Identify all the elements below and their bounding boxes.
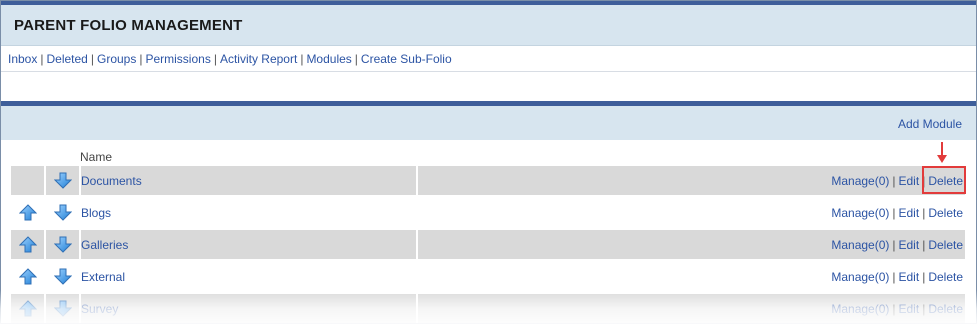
nav-modules-link[interactable]: Modules xyxy=(306,52,351,66)
move-down-cell xyxy=(46,262,79,291)
module-name-link[interactable]: Blogs xyxy=(81,206,111,220)
actions-cell: Manage(0) | Edit | Delete xyxy=(418,166,965,195)
action-separator: | xyxy=(892,206,896,220)
edit-link[interactable]: Edit xyxy=(899,206,920,220)
move-up-cell xyxy=(11,294,44,323)
action-separator: | xyxy=(892,238,896,252)
table-row: Survey Manage(0) | Edit | Delete xyxy=(11,294,965,323)
row-actions: Manage(0) | Edit | Delete xyxy=(831,302,963,316)
move-down-arrow-icon[interactable] xyxy=(53,300,73,317)
nav-create-sub-folio-link[interactable]: Create Sub-Folio xyxy=(361,52,452,66)
nav-inbox-link[interactable]: Inbox xyxy=(8,52,37,66)
name-cell: External xyxy=(81,262,416,291)
table-row: Blogs Manage(0) | Edit | Delete xyxy=(11,198,965,227)
table-row: Galleries Manage(0) | Edit | Delete xyxy=(11,230,965,259)
module-name-link[interactable]: Documents xyxy=(81,174,142,188)
name-cell: Documents xyxy=(81,166,416,195)
name-cell: Galleries xyxy=(81,230,416,259)
move-up-cell xyxy=(11,262,44,291)
action-separator: | xyxy=(892,270,896,284)
actions-cell: Manage(0) | Edit | Delete xyxy=(418,230,965,259)
manage-link[interactable]: Manage(0) xyxy=(831,174,889,188)
edit-link[interactable]: Edit xyxy=(899,302,920,316)
action-separator: | xyxy=(922,238,926,252)
module-name-link[interactable]: Survey xyxy=(81,302,118,316)
move-down-arrow-icon[interactable] xyxy=(53,172,73,189)
table-row: Documents Manage(0) | Edit | Delete xyxy=(11,166,965,195)
name-cell: Survey xyxy=(81,294,416,323)
nav-divider xyxy=(1,71,976,72)
page-title: PARENT FOLIO MANAGEMENT xyxy=(14,17,243,34)
delete-link[interactable]: Delete xyxy=(928,238,963,252)
edit-link[interactable]: Edit xyxy=(899,174,920,188)
folio-nav: Inbox | Deleted | Groups | Permissions | Activit… xyxy=(8,52,452,66)
move-up-cell xyxy=(11,198,44,227)
delete-highlight-box xyxy=(922,166,966,194)
actions-cell: Manage(0) | Edit | Delete xyxy=(418,262,965,291)
action-separator: | xyxy=(922,206,926,220)
move-up-arrow-icon[interactable] xyxy=(18,204,38,221)
action-separator: | xyxy=(922,270,926,284)
delete-link[interactable]: Delete xyxy=(928,302,963,316)
title-bar: PARENT FOLIO MANAGEMENT xyxy=(1,5,976,46)
module-name-link[interactable]: Galleries xyxy=(81,238,128,252)
move-down-arrow-icon[interactable] xyxy=(53,236,73,253)
row-actions: Manage(0) | Edit | Delete xyxy=(831,206,963,220)
move-up-arrow-icon[interactable] xyxy=(18,236,38,253)
delete-link[interactable]: Delete xyxy=(928,270,963,284)
name-cell: Blogs xyxy=(81,198,416,227)
module-name-link[interactable]: External xyxy=(81,270,125,284)
move-down-cell xyxy=(46,294,79,323)
move-down-cell xyxy=(46,230,79,259)
manage-link[interactable]: Manage(0) xyxy=(831,302,889,316)
row-actions: Manage(0) | Edit | Delete xyxy=(831,270,963,284)
nav-separator: | xyxy=(354,52,358,66)
add-module-link[interactable]: Add Module xyxy=(898,117,962,131)
move-down-cell xyxy=(46,166,79,195)
annotation-arrow-icon xyxy=(937,142,947,163)
nav-groups-link[interactable]: Groups xyxy=(97,52,136,66)
actions-cell: Manage(0) | Edit | Delete xyxy=(418,198,965,227)
delete-link[interactable]: Delete xyxy=(928,206,963,220)
table-row: External Manage(0) | Edit | Delete xyxy=(11,262,965,291)
move-up-cell xyxy=(11,166,44,195)
nav-separator: | xyxy=(213,52,217,66)
manage-link[interactable]: Manage(0) xyxy=(831,238,889,252)
edit-link[interactable]: Edit xyxy=(899,238,920,252)
manage-link[interactable]: Manage(0) xyxy=(831,270,889,284)
nav-separator: | xyxy=(90,52,94,66)
move-down-arrow-icon[interactable] xyxy=(53,204,73,221)
move-down-arrow-icon[interactable] xyxy=(53,268,73,285)
move-up-arrow-icon[interactable] xyxy=(18,300,38,317)
actions-cell: Manage(0) | Edit | Delete xyxy=(418,294,965,323)
move-down-cell xyxy=(46,198,79,227)
action-separator: | xyxy=(892,174,896,188)
manage-link[interactable]: Manage(0) xyxy=(831,206,889,220)
action-separator: | xyxy=(892,302,896,316)
move-up-arrow-icon[interactable] xyxy=(18,268,38,285)
row-actions: Manage(0) | Edit | Delete xyxy=(831,238,963,252)
action-separator: | xyxy=(922,302,926,316)
move-up-cell xyxy=(11,230,44,259)
edit-link[interactable]: Edit xyxy=(899,270,920,284)
nav-deleted-link[interactable]: Deleted xyxy=(46,52,87,66)
nav-permissions-link[interactable]: Permissions xyxy=(145,52,210,66)
nav-activity-report-link[interactable]: Activity Report xyxy=(220,52,297,66)
name-column-header: Name xyxy=(80,150,113,164)
modules-section-bar: Add Module xyxy=(1,106,976,140)
